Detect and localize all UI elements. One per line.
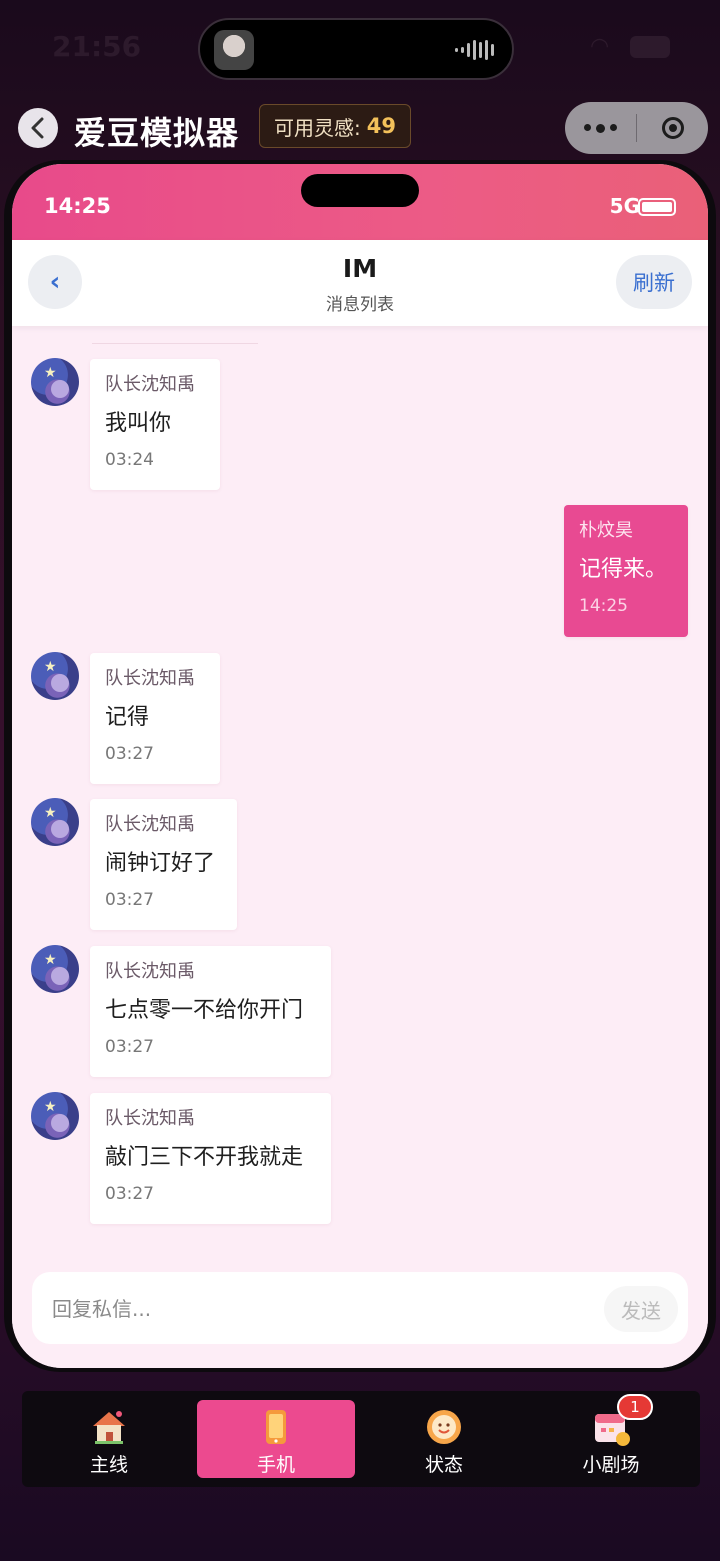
- message-sender: 队长沈知禹: [105, 961, 195, 982]
- message-text: 我叫你: [105, 411, 172, 436]
- im-header: ‹ IM 消息列表 刷新: [12, 240, 708, 326]
- message-bubble-self[interactable]: 朴炆昊 记得来。 14:25: [564, 505, 688, 637]
- im-title: IM: [342, 254, 378, 283]
- app-title: 爱豆模拟器: [74, 114, 240, 152]
- house-icon: [89, 1408, 129, 1446]
- message-sender: 队长沈知禹: [105, 814, 195, 835]
- phone-icon: [256, 1408, 296, 1446]
- target-icon: [661, 117, 684, 139]
- close-mini-program-button[interactable]: [637, 117, 708, 139]
- sun-face-icon: [424, 1408, 464, 1446]
- nav-label: 主线: [89, 1454, 128, 1476]
- message-time: 03:24: [105, 450, 154, 470]
- phone-dynamic-island: [301, 174, 419, 207]
- more-options-button[interactable]: [565, 123, 636, 133]
- nav-item-status[interactable]: 状态: [365, 1400, 523, 1478]
- message-sender: 朴炆昊: [579, 520, 633, 541]
- battery-icon: [630, 36, 670, 58]
- message-sender: 队长沈知禹: [105, 374, 195, 395]
- dynamic-island[interactable]: [198, 18, 514, 80]
- nav-item-theater[interactable]: 1 小剧场: [532, 1394, 690, 1478]
- phone-battery-icon: [638, 198, 676, 216]
- message-text: 闹钟订好了: [105, 851, 216, 876]
- reply-composer: 发送: [12, 1266, 708, 1368]
- message-bubble[interactable]: 队长沈知禹 闹钟订好了 03:27: [90, 799, 237, 930]
- nav-label: 手机: [256, 1454, 295, 1476]
- calendar-icon: 1: [591, 1394, 653, 1446]
- nav-item-phone[interactable]: 手机: [197, 1400, 355, 1478]
- message-list[interactable]: ★ 队长沈知禹 我叫你 03:24 朴炆昊 记得来。 14:25 ★ 队长沈知禹…: [12, 326, 708, 1266]
- phone-time: 14:25: [44, 194, 111, 218]
- avatar[interactable]: ★: [31, 1092, 79, 1140]
- star-icon: ★: [44, 805, 57, 821]
- message-time: 03:27: [105, 744, 154, 764]
- audio-waveform-icon: [455, 39, 494, 61]
- nav-label: 小剧场: [582, 1454, 640, 1476]
- message-sender: 队长沈知禹: [105, 668, 195, 689]
- avatar[interactable]: ★: [31, 945, 79, 993]
- network-indicator: 5G: [609, 194, 640, 218]
- previous-message-edge: [92, 343, 258, 344]
- avatar[interactable]: ★: [31, 358, 79, 406]
- phone-status-bar: 14:25 5G: [12, 164, 708, 240]
- nav-item-main[interactable]: 主线: [30, 1400, 188, 1478]
- message-text: 七点零一不给你开门: [105, 998, 304, 1023]
- bottom-nav: 主线 手机 状态 1 小剧场: [22, 1391, 700, 1487]
- phone-screen: 14:25 5G ‹ IM 消息列表 刷新 ★ 队长沈知禹 我叫你 03:24 …: [12, 164, 708, 1368]
- message-time: 03:27: [105, 890, 154, 910]
- star-icon: ★: [44, 659, 57, 675]
- device-status-bar: 21:56 ◠: [0, 0, 720, 96]
- reply-box: 发送: [32, 1272, 688, 1344]
- mini-program-back-button[interactable]: [18, 108, 58, 148]
- avatar[interactable]: ★: [31, 652, 79, 700]
- notification-badge: 1: [617, 1394, 653, 1420]
- message-text: 敲门三下不开我就走: [105, 1145, 304, 1170]
- mini-program-capsule: [565, 102, 708, 154]
- star-icon: ★: [44, 365, 57, 381]
- im-subtitle: 消息列表: [326, 295, 394, 315]
- nav-label: 状态: [424, 1454, 463, 1476]
- message-text: 记得来。: [579, 557, 668, 582]
- refresh-button[interactable]: 刷新: [616, 255, 692, 309]
- inspiration-label: 可用灵感:: [274, 115, 361, 140]
- send-button[interactable]: 发送: [604, 1286, 678, 1332]
- star-icon: ★: [44, 1099, 57, 1115]
- message-time: 03:27: [105, 1184, 154, 1204]
- message-time: 03:27: [105, 1037, 154, 1057]
- reply-input[interactable]: [50, 1292, 574, 1326]
- back-arrow-icon: [31, 117, 44, 139]
- wifi-icon: ◠: [590, 34, 610, 59]
- star-icon: ★: [44, 952, 57, 968]
- now-playing-artwork: [214, 30, 254, 70]
- inspiration-counter: 可用灵感: 49: [259, 104, 411, 148]
- device-indicators: ◠: [590, 32, 680, 62]
- message-bubble[interactable]: 队长沈知禹 敲门三下不开我就走 03:27: [90, 1093, 331, 1224]
- avatar[interactable]: ★: [31, 798, 79, 846]
- message-text: 记得: [105, 705, 150, 730]
- message-time: 14:25: [579, 596, 628, 616]
- message-bubble[interactable]: 队长沈知禹 我叫你 03:24: [90, 359, 220, 490]
- message-bubble[interactable]: 队长沈知禹 记得 03:27: [90, 653, 220, 784]
- message-bubble[interactable]: 队长沈知禹 七点零一不给你开门 03:27: [90, 946, 331, 1077]
- device-time: 21:56: [52, 30, 142, 63]
- mini-program-header: 爱豆模拟器 可用灵感: 49: [0, 96, 720, 160]
- message-sender: 队长沈知禹: [105, 1108, 195, 1129]
- inspiration-value: 49: [366, 114, 396, 138]
